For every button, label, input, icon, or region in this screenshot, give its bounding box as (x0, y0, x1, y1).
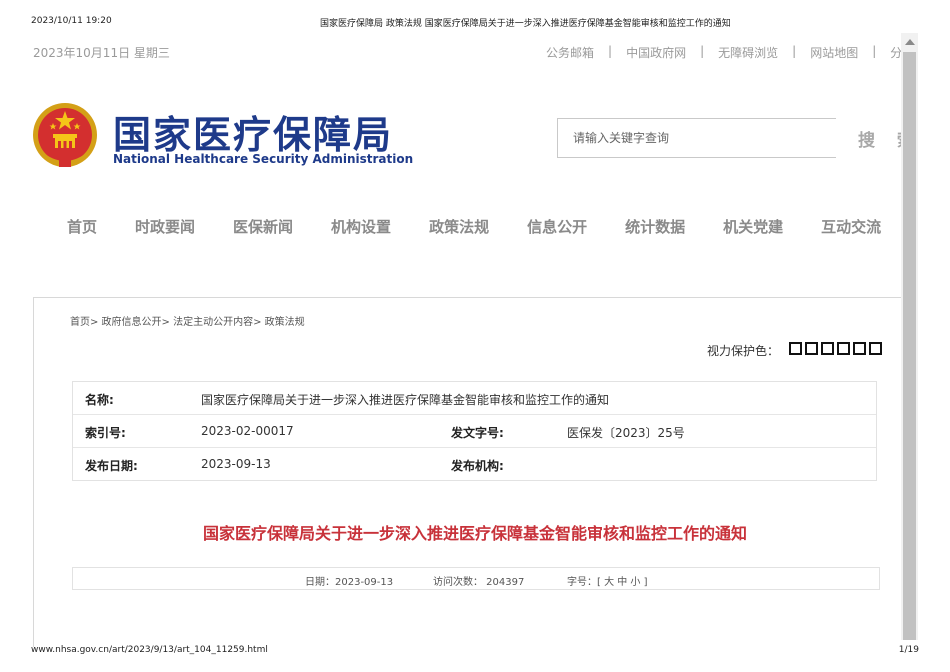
divider: | (792, 44, 797, 58)
name-label: 名称: (85, 393, 114, 407)
nav-item-policies[interactable]: 政策法规 (429, 216, 489, 237)
nav-item-party[interactable]: 机关党建 (723, 216, 783, 237)
document-info-table: 名称: 国家医疗保障局关于进一步深入推进医疗保障基金智能审核和监控工作的通知 索… (72, 381, 877, 481)
document-title: 国家医疗保障局关于进一步深入推进医疗保障基金智能审核和监控工作的通知 (202, 524, 747, 543)
index-label: 索引号: (85, 426, 126, 440)
date-value: 2023-09-13 (201, 457, 271, 471)
main-nav: 首页 时政要闻 医保新闻 机构设置 政策法规 信息公开 统计数据 机关党建 互动… (67, 216, 919, 237)
nav-item-news[interactable]: 时政要闻 (135, 216, 195, 237)
search-box (557, 118, 836, 158)
color-swatch-5[interactable] (853, 342, 866, 355)
top-link-gov[interactable]: 中国政府网 (626, 44, 686, 61)
nav-item-statistics[interactable]: 统计数据 (625, 216, 685, 237)
nav-item-information[interactable]: 信息公开 (527, 216, 587, 237)
color-swatch-1[interactable] (789, 342, 802, 355)
color-swatch-6[interactable] (869, 342, 882, 355)
info-row-index: 索引号: 2023-02-00017 发文字号: 医保发〔2023〕25号 (73, 415, 876, 448)
scroll-up-icon[interactable] (901, 33, 918, 50)
info-row-name: 名称: 国家医疗保障局关于进一步深入推进医疗保障基金智能审核和监控工作的通知 (73, 382, 876, 415)
divider: | (608, 44, 613, 58)
document-meta-bar: 日期：2023-09-13 访问次数： 204397 字号：[ 大 中 小 ] (72, 567, 880, 590)
doc-no-label: 发文字号: (451, 426, 504, 440)
breadcrumb[interactable]: 首页> 政府信息公开> 法定主动公开内容> 政策法规 (70, 313, 305, 328)
eye-protect-label: 视力保护色： (707, 344, 780, 358)
nav-item-home[interactable]: 首页 (67, 216, 97, 237)
national-emblem-icon (33, 103, 97, 167)
date-label: 发布日期: (85, 459, 138, 473)
doc-no-value: 医保发〔2023〕25号 (567, 426, 685, 440)
nav-item-interaction[interactable]: 互动交流 (821, 216, 881, 237)
org-label: 发布机构: (451, 459, 504, 473)
print-page-number: 1/19 (898, 645, 919, 655)
top-link-mail[interactable]: 公务邮箱 (546, 44, 594, 61)
top-link-sitemap[interactable]: 网站地图 (810, 44, 858, 61)
current-date: 2023年10月11日 星期三 (33, 46, 170, 60)
vertical-scrollbar[interactable] (901, 33, 918, 640)
name-value: 国家医疗保障局关于进一步深入推进医疗保障基金智能审核和监控工作的通知 (201, 393, 610, 407)
nav-item-healthcare-news[interactable]: 医保新闻 (233, 216, 293, 237)
scroll-thumb[interactable] (903, 52, 916, 640)
color-swatch-4[interactable] (837, 342, 850, 355)
divider: | (700, 44, 705, 58)
search-input[interactable] (558, 119, 836, 157)
font-size-selector[interactable]: 字号：[ 大 中 小 ] (567, 573, 648, 588)
print-page-title: 国家医疗保障局 政策法规 国家医疗保障局关于进一步深入推进医疗保障基金智能审核和… (320, 19, 731, 29)
print-url: www.nhsa.gov.cn/art/2023/9/13/art_104_11… (31, 645, 268, 655)
publish-date: 日期：2023-09-13 (305, 577, 394, 588)
nav-item-organization[interactable]: 机构设置 (331, 216, 391, 237)
site-logo-en: National Healthcare Security Administrat… (113, 152, 414, 166)
color-swatch-2[interactable] (805, 342, 818, 355)
index-value: 2023-02-00017 (201, 424, 294, 438)
site-logo-cn[interactable]: 国家医疗保障局 (113, 104, 393, 159)
print-datetime: 2023/10/11 19:20 (31, 16, 112, 26)
color-swatch-3[interactable] (821, 342, 834, 355)
divider: | (872, 44, 877, 58)
visit-count: 访问次数： 204397 (433, 577, 525, 588)
info-row-date: 发布日期: 2023-09-13 发布机构: (73, 448, 876, 481)
top-links: 公务邮箱 | 中国政府网 | 无障碍浏览 | 网站地图 | 分 (546, 44, 902, 61)
top-link-accessibility[interactable]: 无障碍浏览 (718, 44, 778, 61)
eye-protect-swatches (789, 342, 885, 355)
